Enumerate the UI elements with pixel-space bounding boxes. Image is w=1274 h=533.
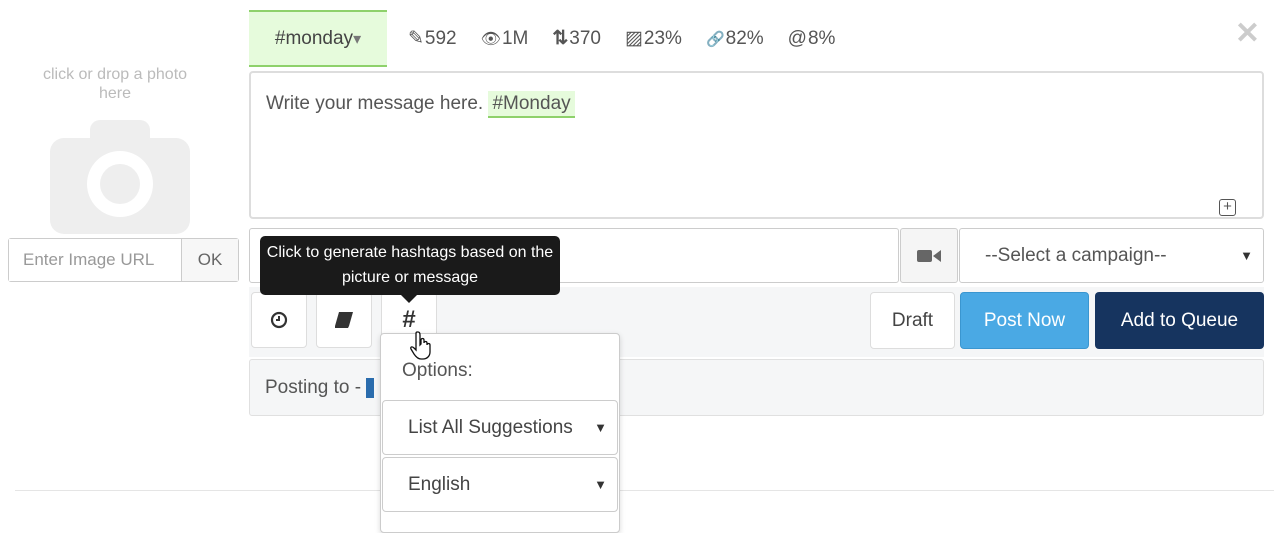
stat-views: 👁 1M — [480, 27, 529, 49]
stat-images: ▨ 23% — [624, 27, 682, 50]
draft-button[interactable]: Draft — [870, 292, 955, 349]
hashtag-options-dropdown: Options: List All Suggestions ▼ English ▼ — [380, 333, 620, 533]
close-icon[interactable]: ✕ — [1235, 16, 1260, 51]
image-url-input[interactable] — [9, 239, 181, 281]
camera-icon[interactable] — [50, 120, 190, 234]
hashtag-stats: ✎ 592 👁 1M ⇅ 370 ▨ 23% 🔗 82% @8% — [408, 27, 835, 50]
caret-down-icon: ▾ — [353, 30, 362, 48]
hashtag-tooltip: Click to generate hashtags based on the … — [260, 236, 560, 303]
suggestion-mode-select[interactable]: List All Suggestions ▼ — [382, 400, 618, 455]
schedule-button[interactable] — [251, 292, 307, 348]
hashtag-label: #monday — [274, 27, 354, 49]
message-textarea[interactable]: Write your message here. #Monday — [249, 71, 1264, 219]
caret-down-icon: ▼ — [594, 420, 607, 435]
campaign-select[interactable]: --Select a campaign-- ▼ — [959, 228, 1264, 283]
video-button[interactable] — [900, 228, 958, 283]
divider — [15, 490, 1274, 491]
eye-icon: 👁 — [480, 30, 501, 48]
stat-retweets: ⇅ 370 — [552, 27, 601, 50]
hashtag-dropdown[interactable]: #monday ▾ — [249, 10, 387, 67]
options-label: Options: — [402, 360, 473, 381]
ok-button[interactable]: OK — [181, 239, 238, 281]
pencil-icon: ✎ — [408, 28, 424, 49]
linkedin-icon — [366, 377, 375, 398]
stat-links: 🔗 82% — [705, 27, 764, 49]
caret-down-icon: ▼ — [594, 477, 607, 492]
post-now-button[interactable]: Post Now — [960, 292, 1089, 349]
retweet-icon: ⇅ — [552, 28, 569, 49]
clock-icon — [270, 311, 288, 329]
posting-label: Posting to - — [265, 377, 367, 398]
hand-cursor-icon — [410, 331, 431, 360]
language-select[interactable]: English ▼ — [382, 457, 618, 512]
add-to-queue-button[interactable]: Add to Queue — [1095, 292, 1264, 349]
stat-mentions: @8% — [787, 27, 836, 49]
at-icon: @ — [787, 27, 807, 49]
video-camera-icon — [917, 249, 941, 262]
caret-down-icon: ▼ — [1240, 248, 1253, 263]
link-icon: 🔗 — [705, 30, 725, 48]
image-url-group: OK — [8, 238, 239, 282]
photo-drop-text[interactable]: click or drop a photo here — [40, 65, 190, 103]
message-text: Write your message here. — [266, 93, 489, 114]
book-icon — [335, 312, 353, 328]
image-icon: ▨ — [624, 28, 643, 49]
expand-icon[interactable]: + — [1219, 199, 1236, 216]
library-button[interactable] — [316, 292, 372, 348]
stat-posts: ✎ 592 — [408, 27, 457, 50]
message-hashtag: #Monday — [488, 91, 575, 118]
